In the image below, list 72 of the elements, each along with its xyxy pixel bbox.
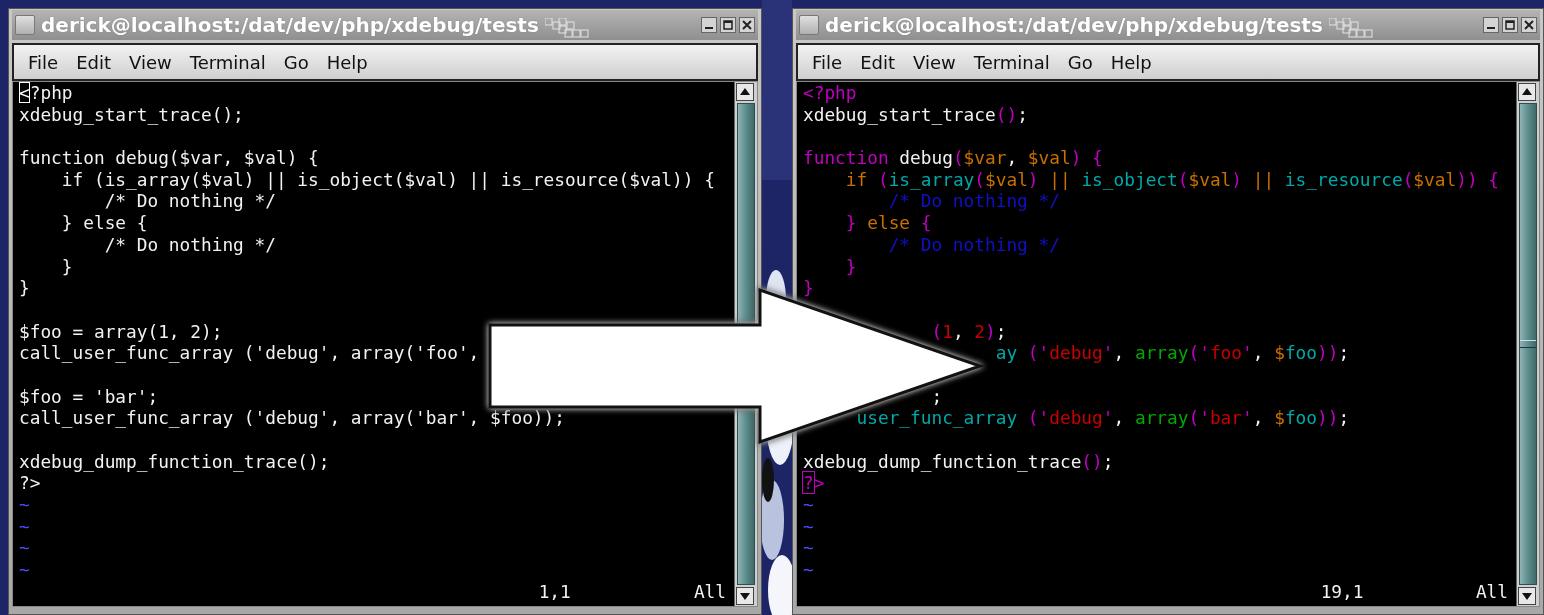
menu-item[interactable]: Go [1061,51,1101,73]
close-button[interactable] [1521,17,1537,33]
code-line: function debug($var, $val) { [803,147,1104,169]
menu-item[interactable]: Help [320,51,376,73]
scroll-down-button[interactable] [1518,587,1536,605]
minimize-button[interactable] [701,17,717,33]
code-line: <?php [803,82,858,104]
code-line: if (is_array($val) || is_object($val) || is_resource($val)) { [60,168,716,191]
code-line: $foo = array(1, 2); [19,320,224,343]
code-line: ay ('debug', array('foo', $foo)); [994,342,1351,364]
code-line: /* Do nothing */ [103,233,277,256]
scrollbar-thumb[interactable] [1519,103,1537,585]
window-title: derick@localhost:/dat/dev/php/xdebug/tests [825,13,1323,37]
code-line: xdebug_dump_function_trace(); [803,450,1115,473]
maximize-button[interactable] [720,17,736,33]
menu-item[interactable]: Edit [854,51,903,73]
code-line: xdebug_start_trace(); [19,103,245,126]
code-line: } [844,255,858,278]
scroll-up-button[interactable] [736,83,754,101]
code-line: } [60,255,74,278]
cursor-position: 19,1 [1320,580,1365,603]
code-line: call_user_func_array ('debug', array('bar', $foo)); [19,407,566,429]
code-line: ; [930,385,944,408]
window-menu-button[interactable] [15,15,35,35]
menu-item[interactable]: Terminal [183,51,274,73]
code-line: /* Do nothing */ [103,190,277,213]
menu-item[interactable]: File [806,51,851,73]
code-line: ~ [803,515,815,538]
cursor-position: 1,1 [538,580,572,603]
code-line: call_user_func_array ('debug', array('foo', [19,342,481,364]
code-line: user_func_array ('debug', array('bar', $foo)); [855,407,1351,429]
window-menu-button[interactable] [799,15,819,35]
scroll-position: All [693,580,726,603]
code-line: ?> [803,472,826,495]
scroll-up-button[interactable] [1518,83,1536,101]
code-line: ~ [19,515,31,538]
menu-item[interactable]: View [907,51,964,73]
menu-item[interactable]: Go [277,51,317,73]
code-line: } else { [60,212,149,234]
code-line: } else { [844,212,933,234]
code-line: if (is_array($val) || is_object($val) || is_resource($val)) { [844,168,1500,191]
code-line: ~ [19,559,31,581]
menu-item[interactable]: Help [1104,51,1160,73]
window-title: derick@localhost:/dat/dev/php/xdebug/tests [41,13,539,37]
menu-item[interactable]: File [22,51,67,73]
code-line: /* Do nothing */ [887,190,1061,213]
code-line: ~ [19,494,31,516]
code-line: ~ [803,537,815,560]
menu-item[interactable]: View [123,51,180,73]
menu-item[interactable]: Edit [70,51,119,73]
code-line: xdebug_dump_function_trace(); [19,450,331,473]
scroll-position: All [1475,580,1508,603]
code-line: ~ [803,494,815,516]
menu-item[interactable]: Terminal [967,51,1058,73]
code-line: /* Do nothing */ [887,233,1061,256]
minimize-button[interactable] [1483,17,1499,33]
code-line: function debug($var, $val) { [19,147,320,169]
code-line: ~ [803,559,815,581]
code-line: ?> [19,472,42,495]
code-line: $foo = 'bar'; [19,385,160,408]
maximize-button[interactable] [1502,17,1518,33]
scroll-down-button[interactable] [736,587,754,605]
close-button[interactable] [739,17,755,33]
title-pattern-icon [1328,18,1373,38]
code-line: xdebug_start_trace(); [803,103,1029,126]
title-pattern-icon [544,18,589,38]
scrollbar[interactable] [1516,82,1539,606]
code-line: (1, 2); [930,320,1008,343]
code-line: <?php [19,82,74,104]
code-line: } [19,277,31,299]
code-line: ~ [19,537,31,560]
code-line: } [803,277,815,299]
